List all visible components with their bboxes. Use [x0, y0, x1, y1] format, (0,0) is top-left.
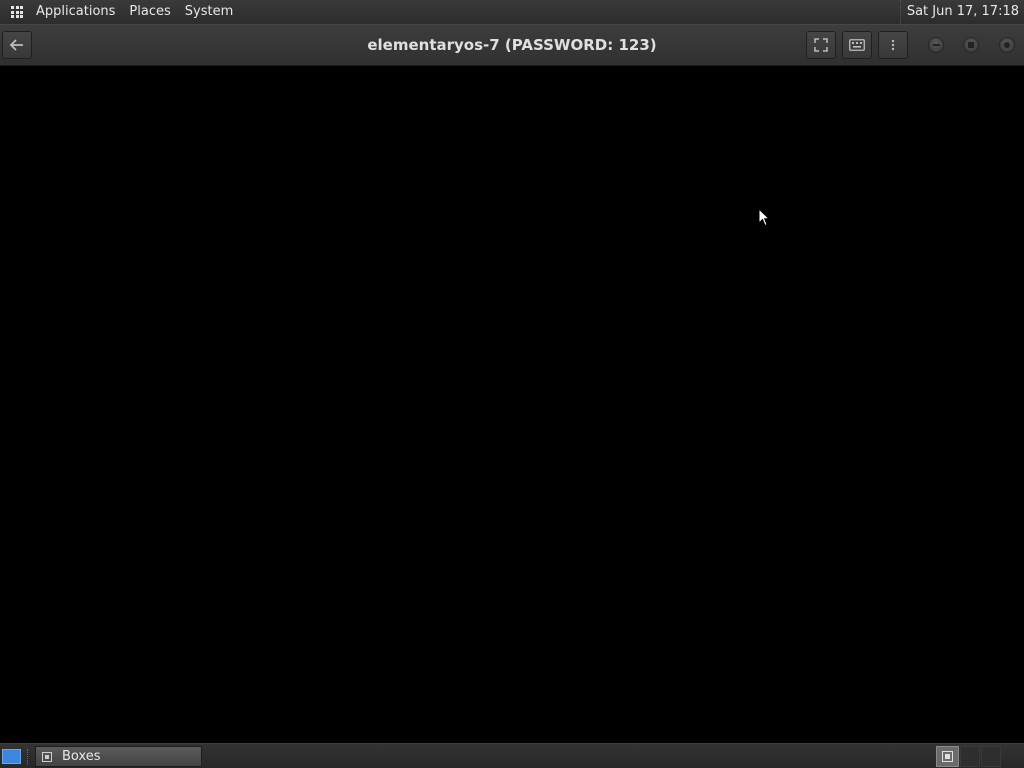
workspace-window-icon — [942, 751, 953, 762]
menu-applications[interactable]: Applications — [29, 0, 122, 24]
maximize-window-button[interactable] — [963, 37, 979, 53]
menu-button[interactable] — [878, 31, 908, 59]
keyboard-icon — [849, 39, 865, 51]
top-panel: Applications Places System Sat Jun 17, 1… — [0, 0, 1024, 24]
vm-display[interactable] — [0, 66, 1024, 743]
maximize-icon — [968, 42, 974, 48]
keyboard-button[interactable] — [842, 31, 872, 59]
close-icon — [1004, 42, 1010, 48]
mouse-pointer-icon — [758, 208, 770, 227]
boxes-icon — [42, 751, 52, 762]
workspace-2-button[interactable] — [960, 746, 980, 767]
fullscreen-button[interactable] — [806, 31, 836, 59]
workspace-3-button[interactable] — [981, 746, 1001, 767]
boxes-headerbar: elementaryos-7 (PASSWORD: 123) — [0, 24, 1024, 66]
minimize-window-button[interactable] — [928, 37, 944, 53]
workspace-1-button[interactable] — [936, 746, 959, 767]
clock[interactable]: Sat Jun 17, 17:18 — [899, 0, 1019, 24]
menu-places[interactable]: Places — [122, 0, 177, 24]
applications-grid-icon[interactable] — [11, 6, 23, 18]
minimize-icon — [932, 44, 940, 46]
kebab-menu-icon — [891, 39, 895, 51]
menu-system[interactable]: System — [178, 0, 240, 24]
taskbar-window-boxes[interactable]: Boxes — [35, 746, 202, 767]
show-desktop-button[interactable] — [2, 749, 21, 764]
close-window-button[interactable] — [999, 37, 1015, 53]
fullscreen-icon — [814, 38, 828, 52]
taskbar-separator — [27, 749, 32, 765]
taskbar-window-label: Boxes — [62, 749, 101, 764]
bottom-panel: Boxes — [0, 743, 1024, 768]
